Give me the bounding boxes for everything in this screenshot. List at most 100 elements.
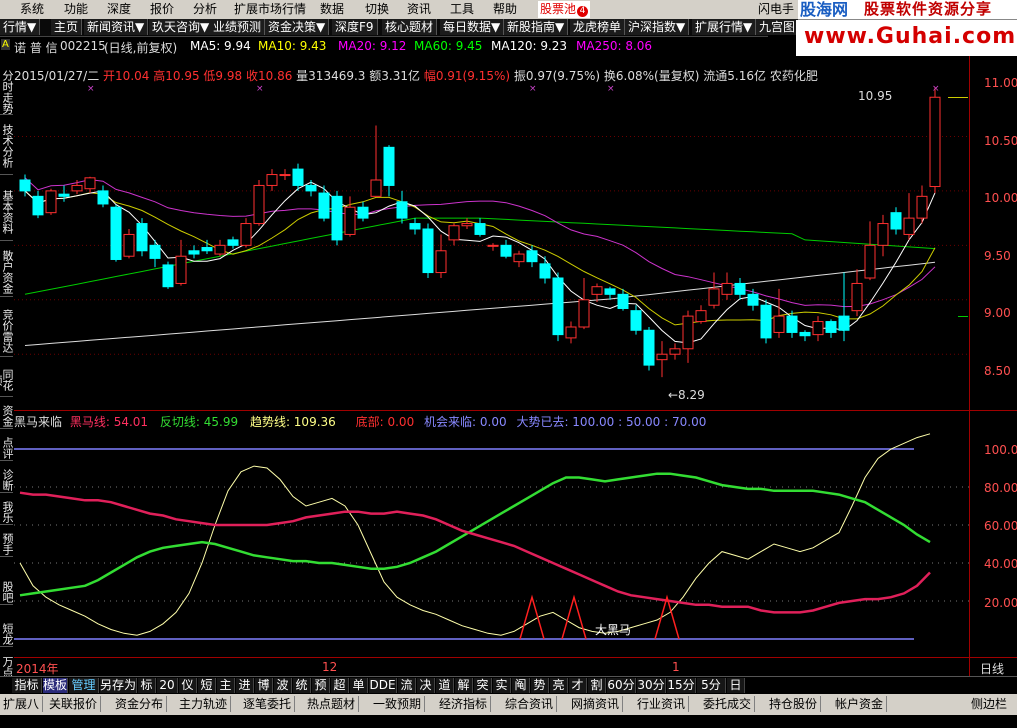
menu-function[interactable]: 功能 <box>64 1 88 18</box>
menu-analysis[interactable]: 分析 <box>193 1 217 18</box>
status-tab[interactable]: 持仓股份 <box>766 696 822 712</box>
status-tab[interactable]: 关联报价 <box>46 696 102 712</box>
nav-fundamentals[interactable]: 基本资料 <box>0 184 14 241</box>
indicator-tab[interactable]: 才 <box>569 678 587 693</box>
price-chart[interactable]: × × × × × <box>14 84 970 409</box>
nav-ths[interactable]: 同花顺 <box>0 364 14 397</box>
indicator-tab[interactable]: 指标 <box>12 678 42 693</box>
menu-tools[interactable]: 工具 <box>450 1 474 18</box>
indicator-tab[interactable]: 短 <box>198 678 216 693</box>
site-logo: www.Guhai.com.cn <box>796 20 1017 56</box>
indicator-tab[interactable]: 实 <box>493 678 511 693</box>
toolbar-daily[interactable]: 每日数据▼ <box>440 19 505 35</box>
nav-diagnose[interactable]: 诊断 <box>0 468 14 493</box>
indicator-tab[interactable]: 超 <box>331 678 349 693</box>
menu-news[interactable]: 资讯 <box>407 1 431 18</box>
nav-technical[interactable]: 技术分析 <box>0 118 14 175</box>
status-tab[interactable]: 帐户资金 <box>832 696 888 712</box>
period-label[interactable]: 日线 <box>980 660 1004 677</box>
candle-body <box>110 206 122 260</box>
indicator-tab[interactable]: 预 <box>312 678 330 693</box>
toolbar-fund[interactable]: 资金决策▼ <box>265 19 330 35</box>
indicator-name[interactable]: 黑马来临 <box>14 415 62 429</box>
indicator-tab[interactable]: 流 <box>398 678 416 693</box>
toolbar-f9[interactable]: 深度F9 <box>332 19 378 35</box>
candle-body <box>201 247 213 252</box>
indicator-tab[interactable]: 模板 <box>43 678 68 693</box>
indicator-tab[interactable]: 割 <box>588 678 606 693</box>
toolbar-topics[interactable]: 核心题材 <box>382 19 438 35</box>
indicator-tab[interactable]: 60分 <box>607 678 636 693</box>
indicator-tab[interactable]: 决 <box>417 678 435 693</box>
indicator-tab[interactable]: 道 <box>436 678 454 693</box>
indicator-tab[interactable]: 主 <box>217 678 235 693</box>
toolbar-news[interactable]: 新闻资讯▼ <box>84 19 149 35</box>
nav-comment[interactable]: 点评 <box>0 436 14 461</box>
nav-duanlong[interactable]: 短龙 <box>0 622 14 647</box>
menu-ext-market[interactable]: 扩展市场行情 <box>234 1 306 18</box>
nav-intraday[interactable]: 分时走势 <box>0 70 14 115</box>
menu-data[interactable]: 数据 <box>320 1 344 18</box>
toolbar-quotes[interactable]: 行情▼ <box>0 19 41 35</box>
toolbar-ext[interactable]: 扩展行情▼ <box>692 19 757 35</box>
status-tab[interactable]: 综合资讯 <box>502 696 558 712</box>
indicator-tab[interactable]: 亮 <box>550 678 568 693</box>
indicator-tab[interactable]: 5分 <box>697 678 726 693</box>
flash-trade[interactable]: 闪电手 <box>758 1 794 18</box>
nav-fund[interactable]: 资金 <box>0 404 14 429</box>
indicator-tab[interactable]: 管理 <box>69 678 99 693</box>
menu-quote[interactable]: 报价 <box>150 1 174 18</box>
toolbar-dragon[interactable]: 龙虎榜单 <box>570 19 626 35</box>
indicator-tab[interactable]: 势 <box>531 678 549 693</box>
status-tab[interactable]: 经济指标 <box>436 696 492 712</box>
status-tab[interactable]: 网摘资讯 <box>568 696 624 712</box>
status-tab[interactable]: 热点题材 <box>304 696 360 712</box>
status-tab[interactable]: 资金分布 <box>112 696 168 712</box>
toolbar-index[interactable]: 沪深指数▼ <box>625 19 690 35</box>
toolbar-ipo[interactable]: 新股指南▼ <box>504 19 569 35</box>
toolbar-forecast[interactable]: 业绩预测 <box>210 19 266 35</box>
nav-yushou[interactable]: 预手 <box>0 532 14 557</box>
menu-system[interactable]: 系统 <box>20 1 44 18</box>
status-tab[interactable]: 逐笔委托 <box>240 696 296 712</box>
status-tab[interactable]: 扩展八 <box>0 696 44 712</box>
indicator-tab[interactable]: 日 <box>727 678 745 693</box>
indicator-tab[interactable]: 波 <box>274 678 292 693</box>
nav-auction[interactable]: 竞价雷达 <box>0 306 14 357</box>
toolbar-home[interactable]: 主页 <box>51 19 83 35</box>
indicator-tab[interactable]: 博 <box>255 678 273 693</box>
status-tab[interactable]: 委托成交 <box>700 696 756 712</box>
sidebar-toggle[interactable]: 侧边栏< <box>968 696 1017 727</box>
indicator-tab[interactable]: 阄 <box>512 678 530 693</box>
indicator-tab[interactable]: 突 <box>474 678 492 693</box>
indicator-tab[interactable]: 统 <box>293 678 311 693</box>
indicator-chart[interactable] <box>14 427 970 655</box>
indicator-tab[interactable]: 解 <box>455 678 473 693</box>
indicator-tab[interactable]: 30分 <box>637 678 666 693</box>
info-float: 流通5.16亿 <box>703 69 766 83</box>
status-tab[interactable]: 行业资讯 <box>634 696 690 712</box>
info-open: 开10.04 <box>103 69 150 83</box>
candle-body <box>318 192 330 219</box>
nav-guba[interactable]: 股吧 <box>0 580 14 605</box>
indicator-tab[interactable]: DDE <box>369 678 397 693</box>
menu-depth[interactable]: 深度 <box>107 1 131 18</box>
signal-marker: × <box>87 84 95 94</box>
indicator-tab[interactable]: 15分 <box>667 678 696 693</box>
indicator-tab[interactable]: 标 <box>138 678 156 693</box>
status-tab[interactable]: 主力轨迹 <box>176 696 232 712</box>
toolbar-jiutian[interactable]: 玖天咨询▼ <box>149 19 214 35</box>
indicator-tab[interactable]: 20 <box>157 678 178 693</box>
nav-retail-fund[interactable]: 散户资金 <box>0 248 14 297</box>
menu-stockpool[interactable]: 股票池 4 <box>538 1 591 18</box>
indicator-tab[interactable]: 进 <box>236 678 254 693</box>
indicator-tab[interactable]: 仪 <box>179 678 197 693</box>
indicator-tab[interactable]: 另存为 <box>100 678 137 693</box>
status-tab[interactable]: 一致预期 <box>370 696 426 712</box>
menu-help[interactable]: 帮助 <box>493 1 517 18</box>
corner-a[interactable]: A <box>1 39 10 50</box>
toolbar-grid[interactable]: 九宫图 <box>756 19 799 35</box>
indicator-tab[interactable]: 单 <box>350 678 368 693</box>
nav-wole[interactable]: 我乐 <box>0 500 14 525</box>
menu-switch[interactable]: 切换 <box>365 1 389 18</box>
